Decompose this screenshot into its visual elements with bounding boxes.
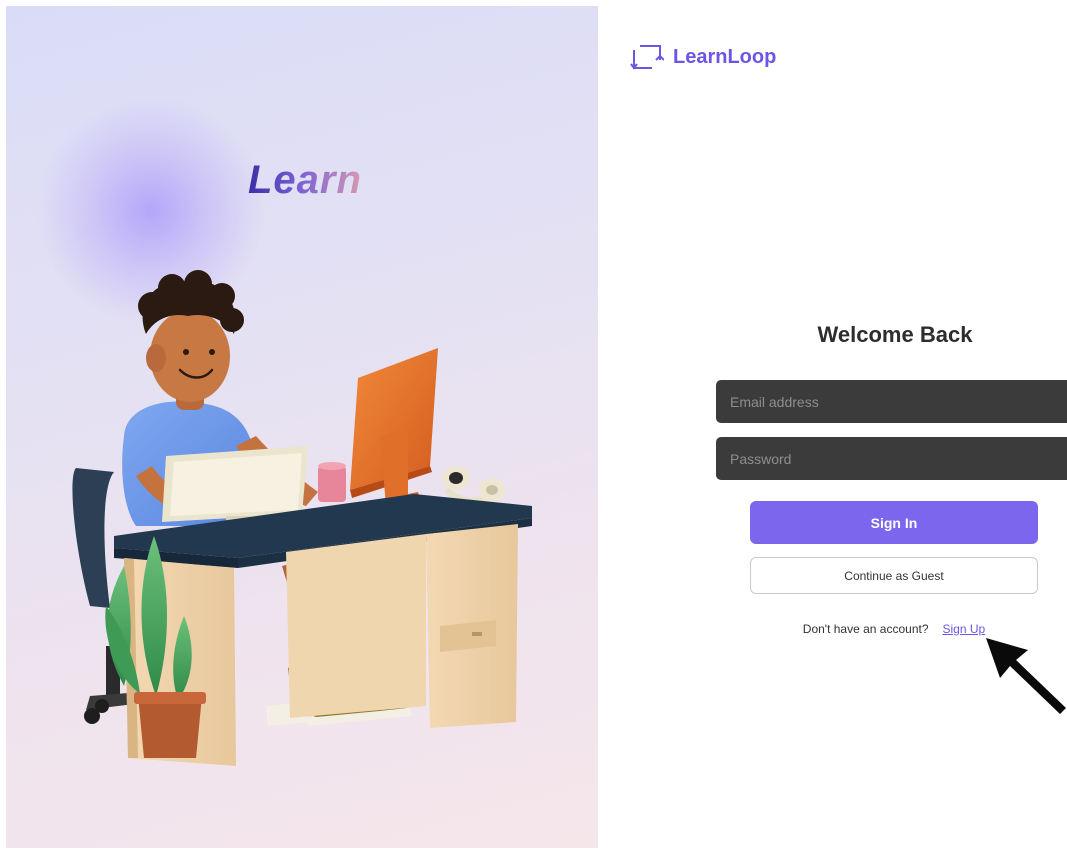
form-title: Welcome Back: [817, 322, 973, 347]
person-at-desk-illustration: [72, 270, 532, 766]
pointer-arrow-icon: [986, 638, 1066, 714]
sign-in-button[interactable]: Sign In: [750, 501, 1038, 544]
sign-up-link[interactable]: Sign Up: [943, 622, 986, 636]
login-page: Learn LearnLoop Welcome Back Email addre…: [0, 0, 1067, 848]
email-input[interactable]: [716, 380, 1067, 423]
hero-panel: Learn: [6, 6, 598, 848]
brand-logo[interactable]: LearnLoop: [630, 40, 776, 74]
signup-prompt: Don't have an account?: [802, 622, 929, 636]
signup-row: Don't have an account? Sign Up: [750, 622, 1038, 636]
continue-as-guest-button[interactable]: Continue as Guest: [750, 557, 1038, 594]
brand-name: LearnLoop: [673, 45, 777, 68]
loop-arrows-icon: [630, 45, 664, 70]
password-input[interactable]: [716, 437, 1067, 480]
